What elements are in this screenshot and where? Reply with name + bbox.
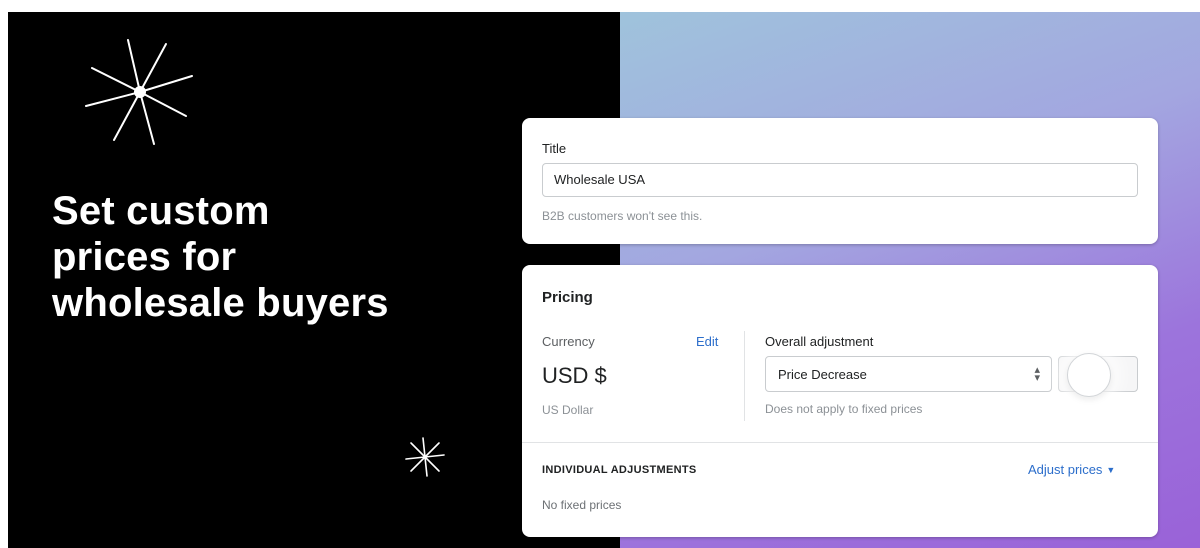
pricing-heading: Pricing bbox=[542, 289, 593, 306]
title-card: Title Wholesale USA B2B customers won't … bbox=[522, 118, 1158, 244]
highlight-circle bbox=[1067, 353, 1111, 397]
up-down-caret-icon: ▴ ▾ bbox=[1034, 364, 1040, 384]
overall-adjustment-help: Does not apply to fixed prices bbox=[765, 402, 923, 416]
currency-name: US Dollar bbox=[542, 403, 594, 417]
overall-adjustment-label: Overall adjustment bbox=[765, 334, 874, 349]
sparkle-icon bbox=[405, 437, 445, 477]
promo-banner: Set custom prices for wholesale buyers T… bbox=[0, 0, 1200, 548]
sparkle-icon bbox=[85, 39, 193, 145]
caret-down-icon: ▼ bbox=[1106, 465, 1116, 475]
pricing-card: Pricing Currency Edit USD $ US Dollar Ov… bbox=[522, 265, 1158, 537]
section-divider bbox=[522, 442, 1158, 443]
title-input[interactable]: Wholesale USA bbox=[542, 163, 1138, 197]
title-field-label: Title bbox=[542, 141, 567, 156]
vertical-divider bbox=[744, 331, 745, 421]
currency-value: USD $ bbox=[542, 363, 607, 388]
currency-label: Currency bbox=[542, 334, 595, 349]
title-help-text: B2B customers won't see this. bbox=[542, 209, 703, 223]
edit-currency-link[interactable]: Edit bbox=[696, 334, 718, 349]
overall-adjustment-value: Price Decrease bbox=[778, 367, 867, 382]
no-fixed-prices-text: No fixed prices bbox=[542, 498, 622, 512]
individual-adjustments-label: INDIVIDUAL ADJUSTMENTS bbox=[542, 464, 697, 476]
adjust-prices-button[interactable]: Adjust prices ▼ bbox=[1028, 462, 1115, 477]
adjustment-percent-input[interactable] bbox=[1058, 353, 1138, 397]
overall-adjustment-select[interactable]: Price Decrease ▴ ▾ bbox=[765, 356, 1052, 392]
hero-headline: Set custom prices for wholesale buyers bbox=[52, 189, 389, 325]
adjust-prices-label: Adjust prices bbox=[1028, 462, 1103, 477]
